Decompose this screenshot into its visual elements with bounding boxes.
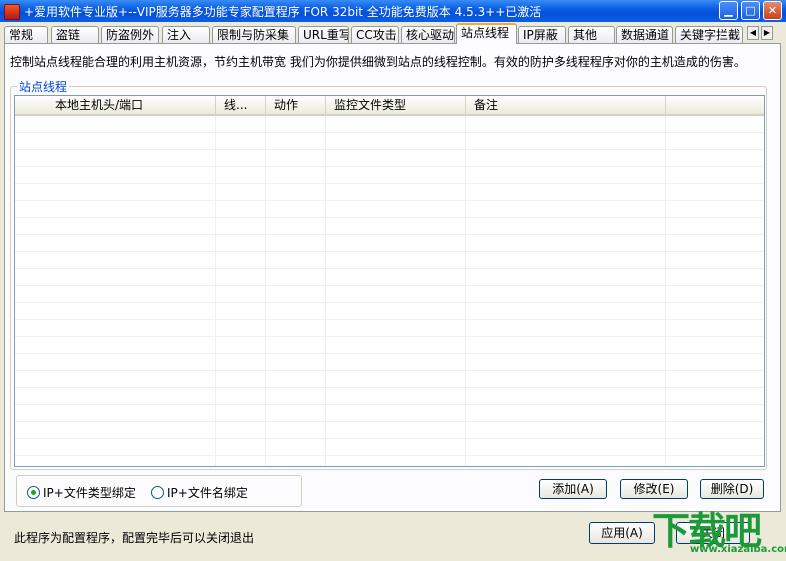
grid-line [325,116,326,466]
tab-scroll-right-icon[interactable]: ▶ [761,26,773,40]
tab-hotlink-exceptions[interactable]: 防盗例外 [101,26,159,43]
tab-general[interactable]: 常规 [4,26,48,43]
column-header-notes[interactable]: 备注 [466,96,666,114]
tab-keyword-block[interactable]: 关键字拦截 [675,26,743,43]
radio-unchecked-icon [151,486,164,499]
radio-label: IP+文件类型绑定 [43,486,136,500]
tab-site-threads[interactable]: 站点线程 [456,23,517,44]
column-header-action[interactable]: 动作 [266,96,326,114]
list-rows [15,116,764,466]
radio-ip-filename[interactable]: IP+文件名绑定 [151,486,248,500]
radio-label: IP+文件名绑定 [167,486,248,500]
tab-core-driver[interactable]: 核心驱动 [401,26,455,43]
grid-line [465,116,466,466]
column-header-threads[interactable]: 线... [216,96,266,114]
tab-other[interactable]: 其他 [568,26,615,43]
column-header-host-port[interactable]: 本地主机头/端口 [15,96,216,114]
title-bar: +爱用软件专业版+--VIP服务器多功能专家配置程序 FOR 32bit 全功能… [0,0,786,22]
minimize-button[interactable]: ▁ [719,1,738,20]
page-description: 控制站点线程能合理的利用主机资源，节约主机带宽 我们为你提供细微到站点的线程控制… [10,55,746,69]
tab-injection[interactable]: 注入 [162,26,210,43]
radio-ip-filetype[interactable]: IP+文件类型绑定 [27,486,136,500]
radio-checked-icon [27,486,40,499]
tab-scroll-left-icon[interactable]: ◀ [747,26,759,40]
site-threads-list[interactable]: 本地主机头/端口 线... 动作 监控文件类型 备注 [14,95,765,467]
group-label: 站点线程 [17,78,70,95]
tab-ip-block[interactable]: IP屏蔽 [518,26,566,43]
grid-line [665,116,666,466]
edit-button[interactable]: 修改(E) [620,479,688,499]
tab-data-channel[interactable]: 数据通道 [616,26,673,43]
close-window-button[interactable]: ✕ [763,1,782,20]
list-header: 本地主机头/端口 线... 动作 监控文件类型 备注 [15,96,764,116]
watermark-url: www.xiazaiba.com [690,544,786,555]
column-header-file-types[interactable]: 监控文件类型 [326,96,466,114]
delete-button[interactable]: 删除(D) [700,479,764,499]
column-header-blank [666,96,764,114]
window-title: +爱用软件专业版+--VIP服务器多功能专家配置程序 FOR 32bit 全功能… [24,5,542,19]
app-icon [4,4,20,20]
tab-limit-anti-scrape[interactable]: 限制与防采集 [212,26,296,43]
tab-cc-attack[interactable]: CC攻击 [351,26,399,43]
watermark-logo: 下载吧 www.xiazaiba.com [638,500,786,561]
grid-line [265,116,266,466]
tab-hotlink[interactable]: 盗链 [51,26,99,43]
tab-url-rewrite[interactable]: URL重写 [298,26,349,43]
add-button[interactable]: 添加(A) [539,479,607,499]
status-text: 此程序为配置程序，配置完毕后可以关闭退出 [14,531,255,545]
maximize-button[interactable]: □ [741,1,760,20]
grid-line [215,116,216,466]
